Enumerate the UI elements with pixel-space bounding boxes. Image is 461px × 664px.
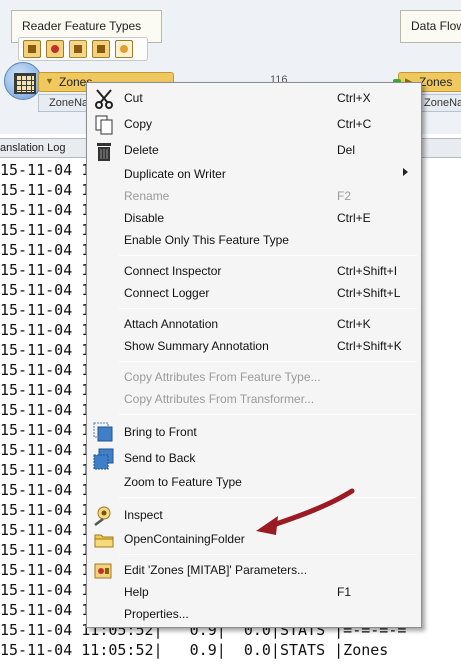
menu-item-edit-parameters[interactable]: Edit 'Zones [MITAB]' Parameters... bbox=[87, 559, 421, 581]
feature-cache-icon[interactable] bbox=[69, 40, 87, 58]
parameters-icon bbox=[93, 560, 115, 582]
menu-item-label: Help bbox=[124, 585, 149, 599]
menu-item-label: Copy Attributes From Transformer... bbox=[124, 392, 315, 406]
menu-item-shortcut: F2 bbox=[337, 189, 352, 203]
menu-item-label: Bring to Front bbox=[124, 425, 197, 439]
reader-properties-icon[interactable] bbox=[23, 40, 41, 58]
menu-item-label: Send to Back bbox=[124, 451, 196, 465]
menu-separator bbox=[119, 414, 417, 415]
menu-item-show-summary-annotation[interactable]: Show Summary Annotation Ctrl+Shift+K bbox=[87, 335, 421, 357]
menu-item-help[interactable]: Help F1 bbox=[87, 581, 421, 603]
menu-item-duplicate-on-writer[interactable]: Duplicate on Writer bbox=[87, 163, 421, 185]
menu-item-label: Rename bbox=[124, 189, 170, 203]
menu-item-attach-annotation[interactable]: Attach Annotation Ctrl+K bbox=[87, 313, 421, 335]
menu-item-shortcut: Ctrl+K bbox=[337, 317, 371, 331]
bring-front-icon bbox=[93, 422, 115, 444]
menu-item-zoom-to-feature-type[interactable]: Zoom to Feature Type bbox=[87, 471, 421, 493]
menu-item-label: Edit 'Zones [MITAB]' Parameters... bbox=[124, 563, 308, 577]
menu-item-copy-attrs-transformer: Copy Attributes From Transformer... bbox=[87, 388, 421, 410]
menu-item-shortcut: F1 bbox=[337, 585, 352, 599]
menu-separator bbox=[119, 497, 417, 498]
menu-item-shortcut: Ctrl+Shift+I bbox=[337, 264, 398, 278]
menu-item-open-containing-folder[interactable]: OpenContainingFolder bbox=[87, 528, 421, 550]
trash-icon bbox=[93, 140, 115, 162]
menu-separator bbox=[119, 361, 417, 362]
menu-item-connect-logger[interactable]: Connect Logger Ctrl+Shift+L bbox=[87, 282, 421, 304]
menu-item-label: OpenContainingFolder bbox=[124, 532, 245, 546]
data-flow-bookmark[interactable]: Data Flow bbox=[400, 10, 461, 43]
menu-item-label: Attach Annotation bbox=[124, 317, 219, 331]
feature-type-toolbar bbox=[18, 37, 148, 61]
menu-item-copy-attrs-feature-type: Copy Attributes From Feature Type... bbox=[87, 366, 421, 388]
menu-item-inspect[interactable]: Inspect bbox=[87, 504, 421, 526]
log-line: 15-11-04 11:05:52| 0.9| 0.0|STATS |Zones bbox=[0, 641, 389, 659]
submenu-arrow-icon bbox=[403, 168, 408, 176]
menu-item-shortcut: Del bbox=[337, 143, 356, 157]
menu-item-label: Delete bbox=[124, 143, 159, 157]
menu-item-bring-to-front[interactable]: Bring to Front bbox=[87, 421, 421, 443]
menu-item-connect-inspector[interactable]: Connect Inspector Ctrl+Shift+I bbox=[87, 260, 421, 282]
menu-item-label: Connect Inspector bbox=[124, 264, 222, 278]
menu-item-cut[interactable]: Cut Ctrl+X bbox=[87, 87, 421, 109]
menu-item-shortcut: Ctrl+Shift+K bbox=[337, 339, 402, 353]
menu-separator bbox=[119, 554, 417, 555]
menu-item-rename: Rename F2 bbox=[87, 185, 421, 207]
menu-item-shortcut: Ctrl+C bbox=[337, 117, 372, 131]
open-folder-icon[interactable] bbox=[92, 40, 110, 58]
menu-item-properties[interactable]: Properties... bbox=[87, 603, 421, 625]
menu-item-label: Duplicate on Writer bbox=[124, 167, 226, 181]
menu-item-enable-only[interactable]: Enable Only This Feature Type bbox=[87, 229, 421, 251]
menu-item-shortcut: Ctrl+X bbox=[337, 91, 371, 105]
inspect-icon bbox=[93, 505, 115, 527]
menu-item-label: Copy bbox=[124, 117, 153, 131]
run-to-this-icon[interactable] bbox=[46, 40, 64, 58]
menu-item-label: Cut bbox=[124, 91, 143, 105]
menu-item-label: Show Summary Annotation bbox=[124, 339, 269, 353]
menu-item-shortcut: Ctrl+Shift+L bbox=[337, 286, 401, 300]
scissors-icon bbox=[93, 88, 115, 110]
menu-item-delete[interactable]: Delete Del bbox=[87, 139, 421, 161]
mitab-reader-icon[interactable] bbox=[4, 62, 42, 100]
menu-item-disable[interactable]: Disable Ctrl+E bbox=[87, 207, 421, 229]
inspect-toolbar-icon[interactable] bbox=[115, 40, 133, 58]
menu-item-label: Copy Attributes From Feature Type... bbox=[124, 370, 321, 384]
menu-item-label: Connect Logger bbox=[124, 286, 210, 300]
menu-item-label: Enable Only This Feature Type bbox=[124, 233, 289, 247]
menu-separator bbox=[119, 308, 417, 309]
menu-item-label: Properties... bbox=[124, 607, 189, 621]
menu-item-label: Disable bbox=[124, 211, 165, 225]
menu-item-label: Inspect bbox=[124, 508, 163, 522]
menu-item-shortcut: Ctrl+E bbox=[337, 211, 371, 225]
copy-icon bbox=[93, 114, 115, 136]
menu-item-copy[interactable]: Copy Ctrl+C bbox=[87, 113, 421, 135]
folder-icon bbox=[93, 529, 115, 551]
menu-item-send-to-back[interactable]: Send to Back bbox=[87, 447, 421, 470]
feature-type-context-menu: Cut Ctrl+X Copy Ctrl+C Delete Del Duplic… bbox=[86, 82, 422, 628]
menu-item-label: Zoom to Feature Type bbox=[124, 475, 242, 489]
menu-separator bbox=[119, 255, 417, 256]
send-back-icon bbox=[93, 448, 115, 470]
